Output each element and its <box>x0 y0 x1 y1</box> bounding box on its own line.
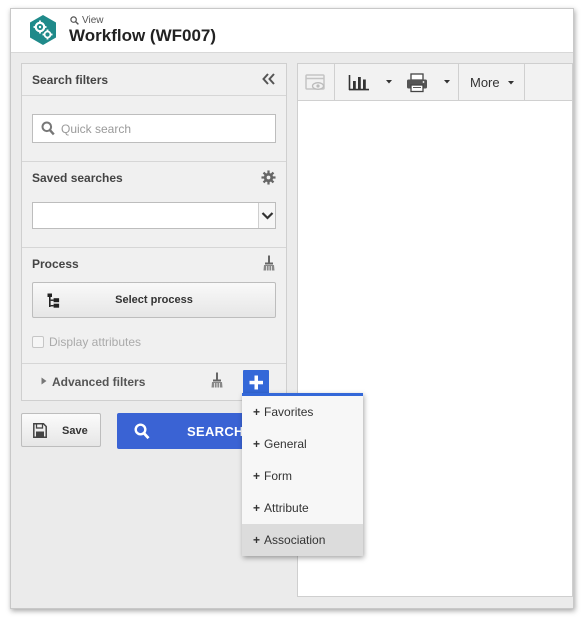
save-button[interactable]: Save <box>21 413 101 447</box>
add-filter-menu: + Favorites + General + Form + Attribute… <box>242 393 363 556</box>
menu-item-label: Form <box>264 469 293 483</box>
menu-item-label: Favorites <box>264 405 314 419</box>
saved-searches-select[interactable] <box>32 202 276 229</box>
breadcrumb: View <box>70 15 104 26</box>
select-process-label: Select process <box>115 294 193 306</box>
display-attributes-option: Display attributes <box>32 335 141 349</box>
plus-icon: + <box>253 501 261 515</box>
add-filter-button[interactable] <box>243 370 269 395</box>
collapse-panel-icon[interactable] <box>262 73 276 85</box>
dropdown-toggle[interactable] <box>258 203 275 228</box>
select-process-button[interactable]: Select process <box>32 282 276 318</box>
plus-icon: + <box>253 469 261 483</box>
caret-down-icon <box>386 80 392 84</box>
search-label: SEARCH <box>187 424 244 439</box>
plus-icon: + <box>253 405 261 419</box>
display-attributes-label: Display attributes <box>49 335 142 349</box>
bar-chart-icon <box>348 75 369 91</box>
clear-filter-icon[interactable] <box>211 372 223 388</box>
search-filters-title: Search filters <box>32 73 109 87</box>
display-attributes-checkbox[interactable] <box>32 336 44 348</box>
more-menu-button[interactable]: More <box>458 64 524 101</box>
more-label: More <box>470 75 500 90</box>
app-window: View Workflow (WF007) Search filters Qui… <box>10 8 574 609</box>
chevron-down-icon <box>261 212 274 220</box>
process-title: Process <box>32 257 79 271</box>
process-section: Process Select process Display attribute… <box>22 248 286 364</box>
header: View Workflow (WF007) <box>11 9 573 53</box>
view-record-icon <box>305 74 325 90</box>
menu-item-form[interactable]: + Form <box>242 460 363 492</box>
menu-item-general[interactable]: + General <box>242 428 363 460</box>
printer-icon <box>407 73 427 93</box>
workflow-logo-icon <box>30 15 56 45</box>
toolbar-divider <box>524 64 525 101</box>
quick-search-placeholder: Quick search <box>61 122 132 136</box>
search-icon <box>70 16 79 25</box>
search-filters-panel: Search filters Quick search Saved search… <box>21 63 287 401</box>
quick-search-section: Quick search <box>22 96 286 162</box>
menu-item-favorites[interactable]: + Favorites <box>242 396 363 428</box>
breadcrumb-label: View <box>82 15 104 26</box>
menu-item-attribute[interactable]: + Attribute <box>242 492 363 524</box>
menu-item-label: Attribute <box>264 501 309 515</box>
save-label: Save <box>62 425 88 437</box>
search-icon <box>134 423 150 440</box>
menu-item-label: Association <box>264 533 326 547</box>
plus-icon <box>249 375 263 390</box>
filters-header-section: Search filters <box>22 64 286 96</box>
print-menu-button[interactable] <box>406 64 452 101</box>
plus-icon: + <box>253 437 261 451</box>
save-icon <box>33 423 47 438</box>
page-title: Workflow (WF007) <box>69 26 217 45</box>
saved-searches-title: Saved searches <box>32 171 123 185</box>
advanced-filters-label[interactable]: Advanced filters <box>52 375 145 389</box>
caret-down-icon <box>508 81 514 85</box>
expand-arrow-icon[interactable] <box>41 377 47 385</box>
chart-menu-button[interactable] <box>348 64 394 101</box>
saved-searches-section: Saved searches <box>22 162 286 248</box>
menu-item-association[interactable]: + Association <box>242 524 363 556</box>
clear-filter-icon[interactable] <box>263 255 275 271</box>
plus-icon: + <box>253 533 261 547</box>
results-toolbar: More <box>298 64 572 101</box>
menu-item-label: General <box>264 437 307 451</box>
view-record-button[interactable] <box>304 64 328 101</box>
toolbar-divider <box>334 64 335 101</box>
search-icon <box>41 121 55 136</box>
gear-icon[interactable] <box>261 170 276 185</box>
quick-search-input[interactable]: Quick search <box>32 114 276 143</box>
caret-down-icon <box>444 80 450 84</box>
